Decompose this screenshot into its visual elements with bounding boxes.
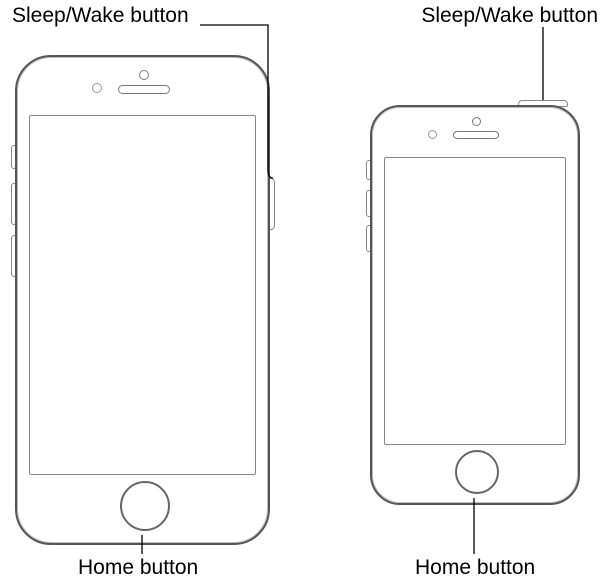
label-home-phone1: Home button: [78, 555, 198, 580]
home-button: [455, 450, 499, 494]
screen: [384, 157, 566, 445]
front-camera-icon: [139, 70, 149, 80]
sensor-icon: [428, 130, 437, 139]
screen: [29, 115, 256, 475]
speaker-icon: [118, 85, 170, 94]
front-camera-icon: [472, 117, 481, 126]
phone-side-button: [15, 55, 270, 545]
phone-body: [370, 105, 580, 505]
phone-body: [15, 55, 270, 545]
home-button: [120, 481, 170, 531]
label-home-phone2: Home button: [415, 555, 535, 580]
sensor-icon: [92, 83, 102, 93]
phone-top-button: [370, 105, 580, 505]
label-sleep-wake-phone1: Sleep/Wake button: [12, 3, 189, 28]
speaker-icon: [453, 131, 499, 139]
label-sleep-wake-phone2: Sleep/Wake button: [421, 3, 598, 28]
